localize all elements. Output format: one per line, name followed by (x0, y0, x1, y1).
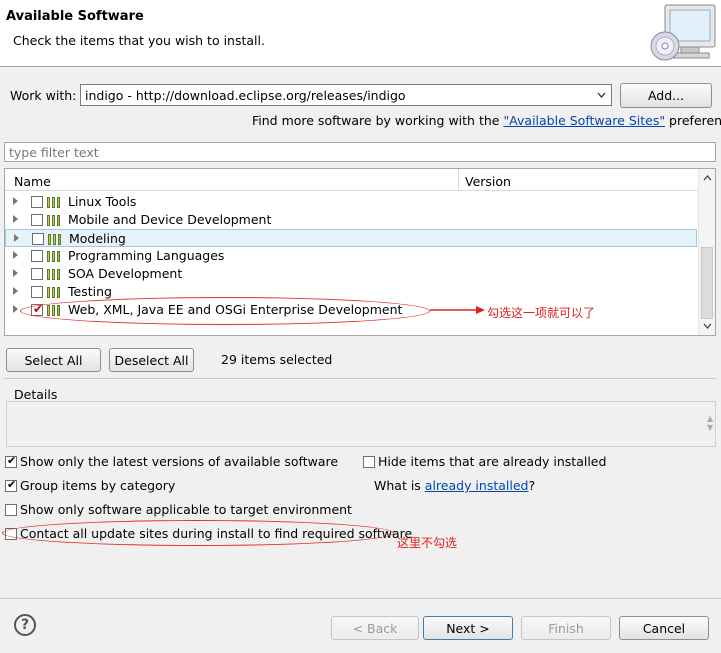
dialog-header: Available Software Check the items that … (0, 0, 721, 67)
next-button[interactable]: Next > (423, 616, 513, 640)
back-button[interactable]: < Back (331, 616, 419, 640)
hide-installed-label: Hide items that are already installed (378, 454, 607, 469)
find-more-prefix: Find more software by working with the (252, 113, 504, 128)
details-label: Details (14, 387, 58, 402)
expand-arrow-icon[interactable] (13, 305, 18, 313)
tree-row[interactable]: SOA Development (5, 265, 697, 283)
tree-row[interactable]: Linux Tools (5, 193, 697, 211)
latest-versions-checkbox[interactable]: ✔ (5, 454, 17, 468)
filter-placeholder: type filter text (9, 145, 99, 160)
target-environment-checkbox[interactable] (5, 504, 17, 516)
scroll-down-arrow-icon[interactable] (699, 319, 715, 333)
feature-group-icon (48, 233, 64, 245)
expand-arrow-icon[interactable] (13, 197, 18, 205)
feature-group-icon (47, 214, 63, 226)
tree-row[interactable]: Mobile and Device Development (5, 211, 697, 229)
target-environment-label: Show only software applicable to target … (20, 502, 352, 517)
what-is-installed-text: What is already installed? (374, 478, 535, 493)
tree-row-label: Linux Tools (68, 194, 137, 209)
annotation-ellipse-unselect (2, 520, 394, 546)
finish-button[interactable]: Finish (521, 616, 611, 640)
tree-row-checkbox[interactable] (31, 268, 43, 280)
find-more-text: Find more software by working with the "… (252, 113, 721, 128)
tree-row[interactable]: Testing (5, 283, 697, 301)
scroll-thumb[interactable] (701, 247, 713, 319)
hide-installed-checkbox[interactable] (363, 456, 375, 468)
tree-row-label: Mobile and Device Development (68, 212, 272, 227)
vertical-scrollbar[interactable] (698, 169, 715, 335)
work-with-combo[interactable]: indigo - http://download.eclipse.org/rel… (80, 84, 612, 106)
column-header-version[interactable]: Version (459, 169, 698, 191)
expand-arrow-icon[interactable] (13, 287, 18, 295)
already-installed-link[interactable]: already installed (425, 478, 529, 493)
work-with-value: indigo - http://download.eclipse.org/rel… (85, 88, 406, 103)
expand-arrow-icon[interactable] (14, 234, 19, 242)
option-hide-installed[interactable]: Hide items that are already installed (363, 454, 606, 469)
column-header-name[interactable]: Name (5, 169, 459, 191)
tree-row-label: SOA Development (68, 266, 183, 281)
group-by-category-label: Group items by category (20, 478, 176, 493)
find-more-suffix: preferences. (669, 113, 721, 128)
selection-count: 29 items selected (221, 352, 333, 367)
what-is-prefix: What is (374, 478, 425, 493)
expand-arrow-icon[interactable] (13, 269, 18, 277)
tree-row[interactable]: Modeling (5, 229, 697, 247)
column-version-label: Version (465, 174, 511, 189)
filter-input[interactable]: type filter text (4, 142, 716, 162)
details-area[interactable]: ▲ ▼ (6, 401, 716, 447)
column-name-label: Name (14, 174, 51, 189)
tree-row-checkbox[interactable] (31, 250, 43, 262)
annotation-select-note: 勾选这一项就可以了 (487, 306, 596, 320)
scroll-up-arrow-icon[interactable] (699, 171, 715, 185)
work-with-label: Work with: (10, 88, 77, 103)
chevron-down-icon[interactable] (593, 86, 610, 104)
select-all-button[interactable]: Select All (6, 348, 101, 372)
feature-group-icon (47, 286, 63, 298)
checkmark-icon: ✔ (7, 478, 17, 491)
annotation-unselect-note: 这里不勾选 (397, 536, 458, 550)
annotation-arrow-icon (430, 303, 486, 318)
tree-row-checkbox[interactable] (31, 286, 43, 298)
deselect-all-button[interactable]: Deselect All (109, 348, 194, 372)
tree-row-label: Testing (68, 284, 112, 299)
annotation-ellipse-select (20, 297, 430, 325)
tree-row-label: Modeling (69, 231, 126, 246)
tree-row[interactable]: Programming Languages (5, 247, 697, 265)
details-scroll-arrows-icon[interactable]: ▲ ▼ (707, 414, 715, 438)
cd-monitor-icon (643, 2, 719, 64)
tree-row-checkbox[interactable] (31, 214, 43, 226)
what-is-suffix: ? (528, 478, 536, 493)
page-subtitle: Check the items that you wish to install… (13, 33, 265, 48)
latest-versions-label: Show only the latest versions of availab… (20, 454, 339, 469)
feature-group-icon (47, 250, 63, 262)
question-icon[interactable]: ? (14, 614, 36, 636)
option-group-by-category[interactable]: ✔ Group items by category (5, 478, 175, 493)
group-by-category-checkbox[interactable]: ✔ (5, 478, 17, 492)
option-target-environment[interactable]: Show only software applicable to target … (5, 502, 352, 517)
available-software-sites-link[interactable]: "Available Software Sites" (503, 113, 665, 128)
add-button[interactable]: Add... (620, 83, 712, 108)
feature-group-icon (47, 268, 63, 280)
tree-row-label: Programming Languages (68, 248, 225, 263)
feature-group-icon (47, 196, 63, 208)
page-title: Available Software (6, 9, 144, 24)
cancel-button[interactable]: Cancel (619, 616, 709, 640)
tree-row-checkbox[interactable] (32, 233, 44, 245)
expand-arrow-icon[interactable] (13, 251, 18, 259)
checkmark-icon: ✔ (7, 454, 17, 467)
footer-separator (0, 598, 721, 599)
expand-arrow-icon[interactable] (13, 215, 18, 223)
separator (4, 378, 716, 379)
tree-row-checkbox[interactable] (31, 196, 43, 208)
option-latest-versions[interactable]: ✔ Show only the latest versions of availa… (5, 454, 338, 469)
